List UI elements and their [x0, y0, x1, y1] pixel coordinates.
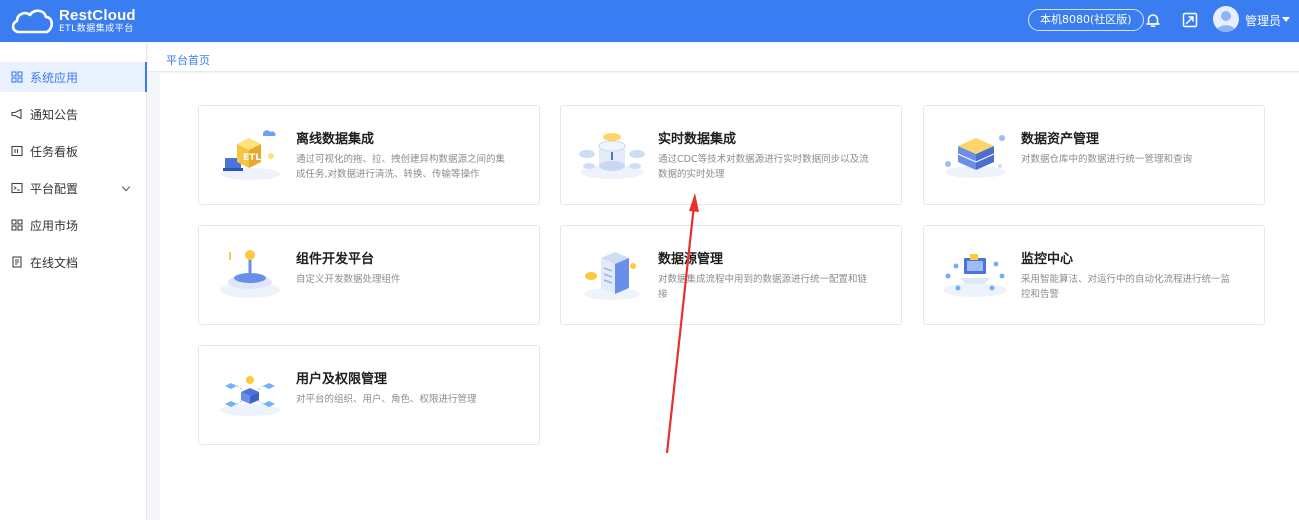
- sidebar-item-platform-config[interactable]: 平台配置: [0, 173, 147, 203]
- card-realtime-integration[interactable]: 实时数据集成 通过CDC等技术对数据源进行实时数据同步以及流数据的实时处理: [560, 105, 902, 205]
- etl-illustration-icon: ETL: [220, 130, 280, 180]
- megaphone-icon: [11, 108, 22, 120]
- sidebar-item-label: 通知公告: [30, 107, 79, 122]
- breadcrumb: 平台首页: [148, 42, 1299, 72]
- card-monitoring-center[interactable]: 监控中心 采用智能算法、对运行中的自动化流程进行统一监控和告警: [923, 225, 1265, 325]
- card-title: 监控中心: [1021, 252, 1074, 267]
- card-title: 离线数据集成: [296, 132, 375, 147]
- breadcrumb-home[interactable]: 平台首页: [166, 52, 210, 68]
- user-icon: [1216, 11, 1236, 32]
- sidebar-item-app-market[interactable]: 应用市场: [0, 210, 147, 240]
- board-icon: [11, 145, 23, 157]
- user-avatar[interactable]: [1213, 6, 1239, 32]
- card-title: 实时数据集成: [658, 132, 737, 147]
- card-component-dev-platform[interactable]: 组件开发平台 自定义开发数据处理组件: [198, 225, 540, 325]
- card-description: 自定义开发数据处理组件: [296, 274, 401, 285]
- card-offline-integration[interactable]: ETL 离线数据集成 通过可视化的拖、拉、拽创建异构数据源之间的集成任务,对数据…: [198, 105, 540, 205]
- sidebar-item-online-docs[interactable]: 在线文档: [0, 247, 147, 277]
- sidebar-item-system-apps[interactable]: 系统应用: [0, 62, 147, 92]
- apps-icon: [11, 219, 23, 231]
- card-title: 数据源管理: [658, 252, 724, 267]
- terminal-icon: [11, 182, 23, 194]
- sidebar: 系统应用 通知公告 任务看板 平台配置 应用市场 在线文档: [0, 42, 147, 520]
- brand-logo[interactable]: RestCloud ETL数据集成平台: [9, 4, 136, 38]
- top-header: RestCloud ETL数据集成平台 本机8080(社区版) 管理员: [0, 0, 1299, 42]
- monitor-illustration-icon: [943, 254, 1007, 297]
- card-datasource-management[interactable]: 数据源管理 对数据集成流程中用到的数据源进行统一配置和链接: [560, 225, 902, 325]
- sidebar-item-label: 在线文档: [30, 255, 79, 270]
- brand-title: RestCloud: [59, 7, 136, 24]
- card-description: 通过CDC等技术对数据源进行实时数据同步以及流数据的实时处理: [658, 154, 869, 180]
- datasource-illustration-icon: [584, 252, 640, 300]
- joystick-illustration-icon: [220, 250, 280, 298]
- card-description: 对平台的组织、用户、角色、权限进行管理: [296, 394, 477, 405]
- card-user-permission-management[interactable]: 用户及权限管理 对平台的组织、用户、角色、权限进行管理: [198, 345, 540, 445]
- sidebar-item-label: 系统应用: [30, 70, 79, 85]
- share-icon[interactable]: [1181, 11, 1199, 29]
- card-description: 通过可视化的拖、拉、拽创建异构数据源之间的集成任务,对数据进行清洗、转换、传输等…: [296, 154, 506, 180]
- card-title: 数据资产管理: [1021, 132, 1100, 147]
- sidebar-item-notices[interactable]: 通知公告: [0, 99, 147, 129]
- cloud-logo-icon: [11, 9, 54, 34]
- environment-selector[interactable]: 本机8080(社区版): [1028, 9, 1144, 31]
- grid-icon: [11, 71, 23, 83]
- card-data-asset-management[interactable]: 数据资产管理 对数据仓库中的数据进行统一管理和查询: [923, 105, 1265, 205]
- card-description: 采用智能算法、对运行中的自动化流程进行统一监控和告警: [1021, 274, 1231, 300]
- card-title: 用户及权限管理: [296, 372, 388, 387]
- permission-illustration-icon: [220, 376, 280, 416]
- realtime-illustration-icon: [579, 133, 645, 179]
- svg-text:ETL: ETL: [243, 153, 261, 163]
- sidebar-item-label: 应用市场: [30, 218, 79, 233]
- user-name[interactable]: 管理员: [1245, 12, 1281, 29]
- sidebar-item-label: 平台配置: [30, 181, 79, 196]
- sidebar-item-label: 任务看板: [30, 144, 79, 159]
- app-grid: ETL 离线数据集成 通过可视化的拖、拉、拽创建异构数据源之间的集成任务,对数据…: [160, 74, 1299, 520]
- asset-illustration-icon: [945, 135, 1005, 178]
- card-description: 对数据集成流程中用到的数据源进行统一配置和链接: [658, 274, 868, 300]
- user-menu-caret-icon[interactable]: [1282, 17, 1290, 22]
- bell-icon[interactable]: [1144, 11, 1162, 29]
- sidebar-item-task-board[interactable]: 任务看板: [0, 136, 147, 166]
- chevron-down-icon[interactable]: [121, 182, 131, 192]
- document-icon: [12, 256, 22, 268]
- card-description: 对数据仓库中的数据进行统一管理和查询: [1021, 154, 1193, 165]
- card-title: 组件开发平台: [296, 252, 375, 267]
- brand-subtitle: ETL数据集成平台: [59, 24, 134, 34]
